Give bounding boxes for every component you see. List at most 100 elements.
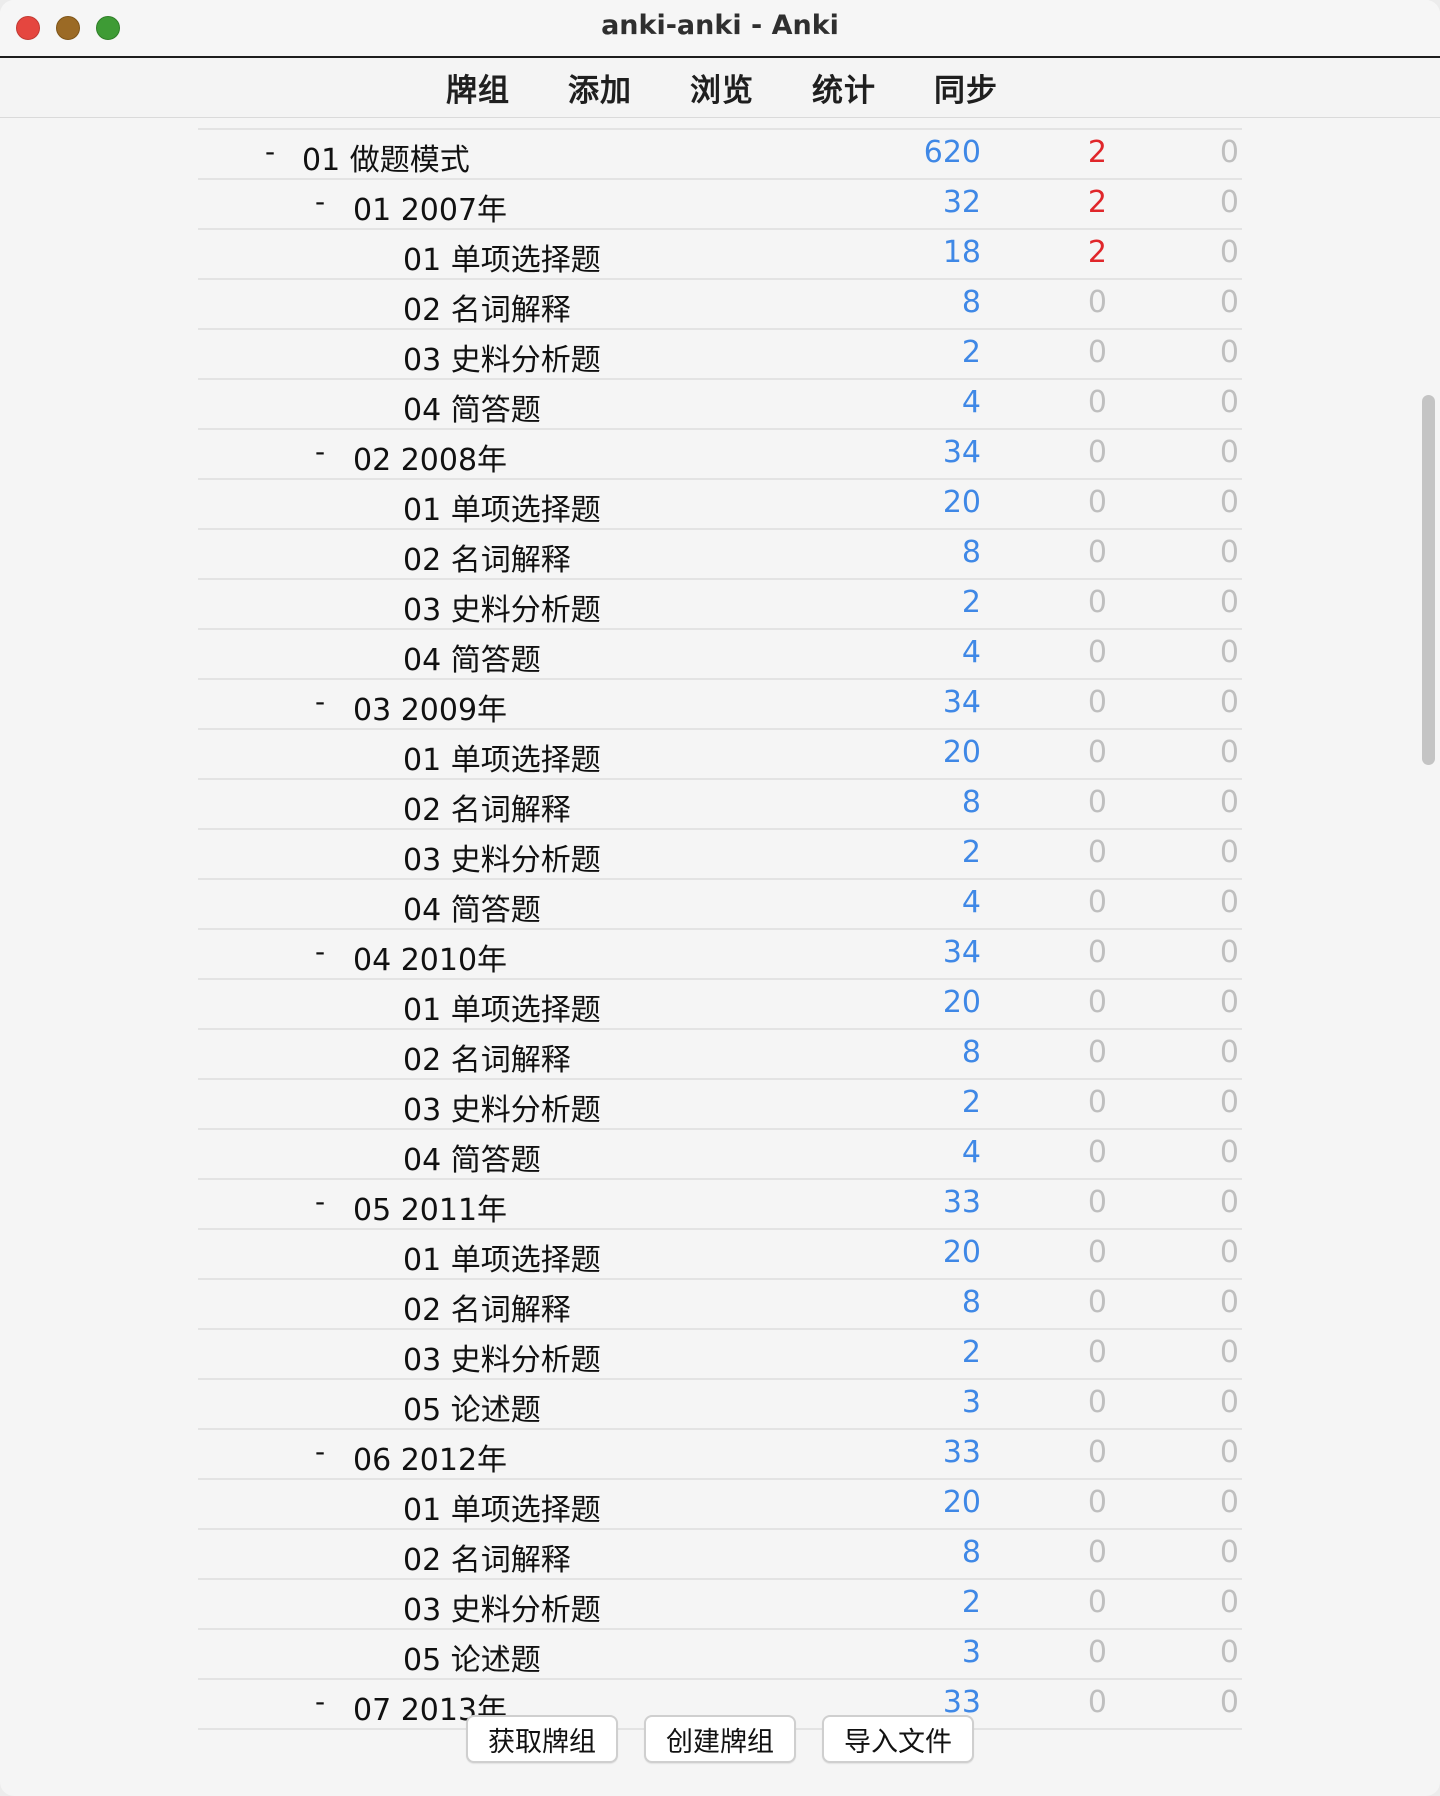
scrollbar-thumb[interactable] xyxy=(1422,395,1435,765)
deck-row[interactable]: 04 简答题 4 0 0 xyxy=(198,880,1242,930)
deck-name[interactable]: 02 名词解释 xyxy=(403,1535,571,1579)
learn-count: 0 xyxy=(1087,285,1107,320)
deck-name[interactable]: 03 史料分析题 xyxy=(403,335,601,379)
deck-name[interactable]: 04 简答题 xyxy=(403,1135,541,1179)
deck-name[interactable]: 03 史料分析题 xyxy=(403,835,601,879)
collapse-toggle[interactable]: - xyxy=(315,1435,325,1468)
deck-row[interactable]: 04 简答题 4 0 0 xyxy=(198,1130,1242,1180)
toolbar-browse[interactable]: 浏览 xyxy=(690,65,754,110)
new-count: 20 xyxy=(942,1235,981,1270)
deck-row[interactable]: 03 史料分析题 2 0 0 xyxy=(198,1580,1242,1630)
deck-row[interactable]: -01 2007年 32 2 0 xyxy=(198,180,1242,230)
learn-count: 0 xyxy=(1087,835,1107,870)
deck-row[interactable]: -03 2009年 34 0 0 xyxy=(198,680,1242,730)
deck-row[interactable]: 03 史料分析题 2 0 0 xyxy=(198,1080,1242,1130)
import-file-button[interactable]: 导入文件 xyxy=(822,1715,974,1763)
deck-row[interactable]: 02 名词解释 8 0 0 xyxy=(198,530,1242,580)
learn-count: 0 xyxy=(1087,1085,1107,1120)
deck-row[interactable]: -02 2008年 34 0 0 xyxy=(198,430,1242,480)
deck-name[interactable]: 01 做题模式 xyxy=(302,135,470,179)
deck-name[interactable]: 05 论述题 xyxy=(403,1635,541,1679)
deck-row[interactable]: 02 名词解释 8 0 0 xyxy=(198,280,1242,330)
deck-row[interactable]: 01 单项选择题 18 2 0 xyxy=(198,230,1242,280)
learn-count: 0 xyxy=(1087,535,1107,570)
deck-row[interactable]: 01 单项选择题 20 0 0 xyxy=(198,980,1242,1030)
deck-row[interactable]: 02 名词解释 8 0 0 xyxy=(198,780,1242,830)
title-bar: anki-anki - Anki xyxy=(0,0,1440,58)
deck-row[interactable]: -06 2012年 33 0 0 xyxy=(198,1430,1242,1480)
deck-name[interactable]: 02 名词解释 xyxy=(403,535,571,579)
deck-name[interactable]: 03 2009年 xyxy=(353,685,507,729)
deck-name[interactable]: 03 史料分析题 xyxy=(403,1585,601,1629)
deck-name[interactable]: 05 论述题 xyxy=(403,1385,541,1429)
toolbar-sync[interactable]: 同步 xyxy=(934,65,998,110)
deck-name[interactable]: 02 名词解释 xyxy=(403,1285,571,1329)
deck-row[interactable]: 01 单项选择题 20 0 0 xyxy=(198,730,1242,780)
new-count: 20 xyxy=(942,735,981,770)
due-count: 0 xyxy=(1219,235,1239,270)
collapse-toggle[interactable]: - xyxy=(315,185,325,218)
new-count: 2 xyxy=(961,1335,981,1370)
new-count: 2 xyxy=(961,335,981,370)
deck-row[interactable]: 05 论述题 3 0 0 xyxy=(198,1630,1242,1680)
due-count: 0 xyxy=(1219,1335,1239,1370)
deck-row[interactable]: 01 单项选择题 20 0 0 xyxy=(198,480,1242,530)
deck-name[interactable]: 04 简答题 xyxy=(403,885,541,929)
new-count: 33 xyxy=(942,1185,981,1220)
deck-name[interactable]: 03 史料分析题 xyxy=(403,1085,601,1129)
create-deck-button[interactable]: 创建牌组 xyxy=(644,1715,796,1763)
new-count: 2 xyxy=(961,1585,981,1620)
deck-row[interactable]: 03 史料分析题 2 0 0 xyxy=(198,330,1242,380)
deck-row[interactable]: 05 论述题 3 0 0 xyxy=(198,1380,1242,1430)
toolbar-add[interactable]: 添加 xyxy=(568,65,632,110)
deck-name[interactable]: 06 2012年 xyxy=(353,1435,507,1479)
deck-row[interactable]: 02 名词解释 8 0 0 xyxy=(198,1530,1242,1580)
collapse-toggle[interactable]: - xyxy=(265,135,275,168)
collapse-toggle[interactable]: - xyxy=(315,935,325,968)
deck-name[interactable]: 04 2010年 xyxy=(353,935,507,979)
deck-name[interactable]: 01 单项选择题 xyxy=(403,1235,601,1279)
deck-name[interactable]: 01 单项选择题 xyxy=(403,1485,601,1529)
collapse-toggle[interactable]: - xyxy=(315,685,325,718)
deck-row[interactable]: 02 名词解释 8 0 0 xyxy=(198,1030,1242,1080)
new-count: 20 xyxy=(942,985,981,1020)
toolbar-decks[interactable]: 牌组 xyxy=(446,65,510,110)
deck-name[interactable]: 02 名词解释 xyxy=(403,285,571,329)
get-shared-decks-button[interactable]: 获取牌组 xyxy=(466,1715,618,1763)
new-count: 4 xyxy=(961,385,981,420)
deck-name[interactable]: 04 简答题 xyxy=(403,635,541,679)
new-count: 32 xyxy=(942,185,981,220)
learn-count: 0 xyxy=(1087,1435,1107,1470)
deck-name[interactable]: 03 史料分析题 xyxy=(403,1335,601,1379)
deck-row[interactable]: 01 单项选择题 20 0 0 xyxy=(198,1230,1242,1280)
collapse-toggle[interactable]: - xyxy=(315,435,325,468)
deck-name[interactable]: 02 名词解释 xyxy=(403,785,571,829)
due-count: 0 xyxy=(1219,535,1239,570)
deck-name[interactable]: 01 单项选择题 xyxy=(403,985,601,1029)
deck-name[interactable]: 03 史料分析题 xyxy=(403,585,601,629)
toolbar-stats[interactable]: 统计 xyxy=(812,65,876,110)
deck-name[interactable]: 02 2008年 xyxy=(353,435,507,479)
deck-name[interactable]: 01 单项选择题 xyxy=(403,235,601,279)
deck-name[interactable]: 02 名词解释 xyxy=(403,1035,571,1079)
deck-row[interactable]: 04 简答题 4 0 0 xyxy=(198,630,1242,680)
deck-row[interactable]: -05 2011年 33 0 0 xyxy=(198,1180,1242,1230)
deck-row[interactable]: 03 史料分析题 2 0 0 xyxy=(198,580,1242,630)
due-count: 0 xyxy=(1219,935,1239,970)
deck-name[interactable]: 01 2007年 xyxy=(353,185,507,229)
deck-row[interactable]: -04 2010年 34 0 0 xyxy=(198,930,1242,980)
learn-count: 0 xyxy=(1087,1585,1107,1620)
deck-name[interactable]: 05 2011年 xyxy=(353,1185,507,1229)
deck-name[interactable]: 04 简答题 xyxy=(403,385,541,429)
deck-row[interactable]: 03 史料分析题 2 0 0 xyxy=(198,830,1242,880)
collapse-toggle[interactable]: - xyxy=(315,1185,325,1218)
deck-name[interactable]: 01 单项选择题 xyxy=(403,735,601,779)
deck-name[interactable]: 01 单项选择题 xyxy=(403,485,601,529)
window-title: anki-anki - Anki xyxy=(601,10,839,41)
deck-row[interactable]: 02 名词解释 8 0 0 xyxy=(198,1280,1242,1330)
deck-row[interactable]: 04 简答题 4 0 0 xyxy=(198,380,1242,430)
collapse-toggle[interactable]: - xyxy=(315,1685,325,1718)
deck-row[interactable]: -01 做题模式 620 2 0 xyxy=(198,128,1242,180)
deck-row[interactable]: 03 史料分析题 2 0 0 xyxy=(198,1330,1242,1380)
deck-row[interactable]: 01 单项选择题 20 0 0 xyxy=(198,1480,1242,1530)
